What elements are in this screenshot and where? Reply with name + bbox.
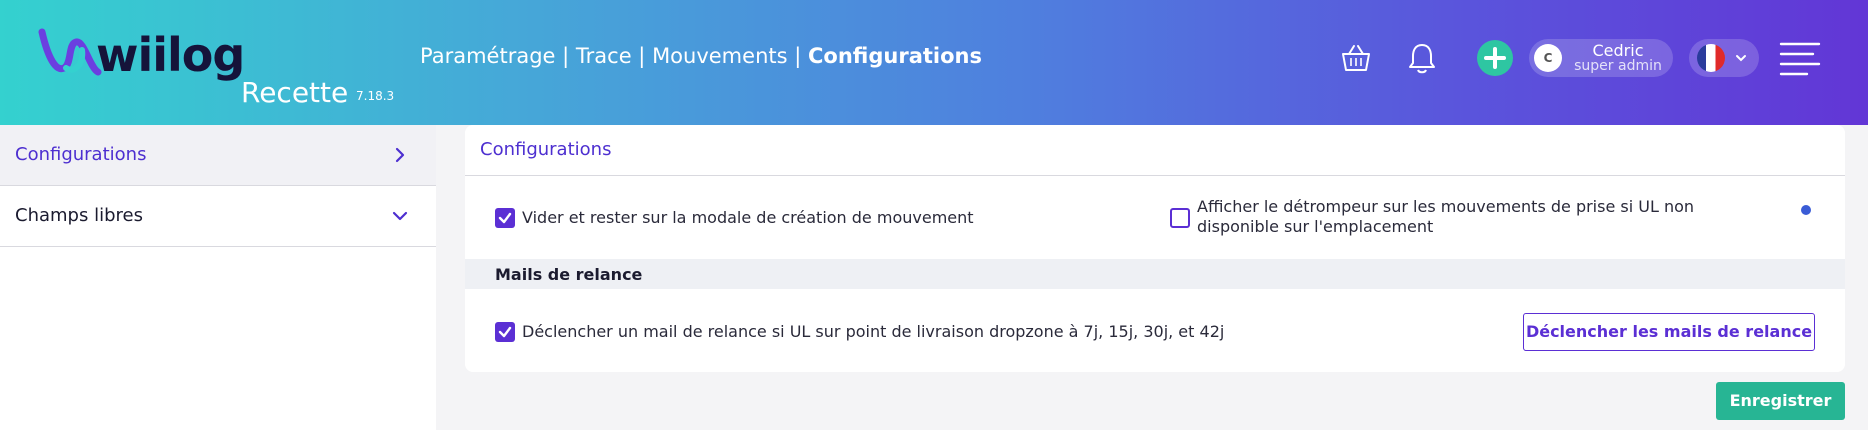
chevron-right-icon <box>395 147 405 163</box>
chevron-down-icon <box>1736 55 1746 62</box>
section-title: Mails de relance <box>495 265 643 284</box>
check-icon <box>498 326 512 338</box>
breadcrumb: Paramétrage | Trace | Mouvements | Confi… <box>420 44 982 68</box>
chevron-down-icon <box>392 211 408 221</box>
breadcrumb-current: Configurations <box>808 44 982 68</box>
save-button[interactable]: Enregistrer <box>1716 382 1845 420</box>
top-header: wiilog Recette 7.18.3 Paramétrage | Trac… <box>0 0 1868 125</box>
logo-text: wiilog <box>96 28 245 82</box>
sidebar: Configurations Champs libres <box>0 125 436 430</box>
language-selector[interactable] <box>1689 39 1759 77</box>
info-icon[interactable] <box>1801 205 1811 215</box>
breadcrumb-item[interactable]: Mouvements <box>652 44 788 68</box>
sidebar-item-champs-libres[interactable]: Champs libres <box>0 186 436 247</box>
option-label: Afficher le détrompeur sur les mouvement… <box>1197 197 1695 236</box>
menu-icon[interactable] <box>1779 40 1821 76</box>
breadcrumb-separator: | <box>555 44 576 68</box>
option-checkbox-vider[interactable] <box>495 208 515 228</box>
trigger-reminder-mails-button[interactable]: Déclencher les mails de relance <box>1523 313 1815 351</box>
option-checkbox-detrompeur[interactable] <box>1170 208 1190 228</box>
breadcrumb-separator: | <box>631 44 653 68</box>
breadcrumb-item[interactable]: Trace <box>576 44 632 68</box>
sidebar-item-configurations[interactable]: Configurations <box>0 125 436 186</box>
option-label: Vider et rester sur la modale de créatio… <box>522 208 974 227</box>
avatar: C <box>1534 44 1562 72</box>
sidebar-item-label: Champs libres <box>15 205 143 226</box>
option-checkbox-relance[interactable] <box>495 322 515 342</box>
card-title: Configurations <box>480 139 612 160</box>
divider <box>465 175 1845 176</box>
breadcrumb-separator: | <box>787 44 808 68</box>
version-label: 7.18.3 <box>356 89 395 103</box>
breadcrumb-item[interactable]: Paramétrage <box>420 44 555 68</box>
check-icon <box>498 212 512 224</box>
environment-label: Recette <box>241 76 349 109</box>
basket-icon[interactable] <box>1338 40 1374 76</box>
option-label: Déclencher un mail de relance si UL sur … <box>522 322 1225 341</box>
user-role: super admin <box>1574 58 1662 74</box>
plus-icon <box>1484 47 1506 69</box>
user-menu[interactable]: C Cedric super admin <box>1529 39 1673 77</box>
configurations-card: Configurations Vider et rester sur la mo… <box>465 125 1845 372</box>
fr-flag-icon <box>1697 44 1725 72</box>
bell-icon[interactable] <box>1404 40 1440 76</box>
section-header: Mails de relance <box>465 259 1845 289</box>
sidebar-item-label: Configurations <box>15 144 147 165</box>
add-button[interactable] <box>1477 40 1513 76</box>
